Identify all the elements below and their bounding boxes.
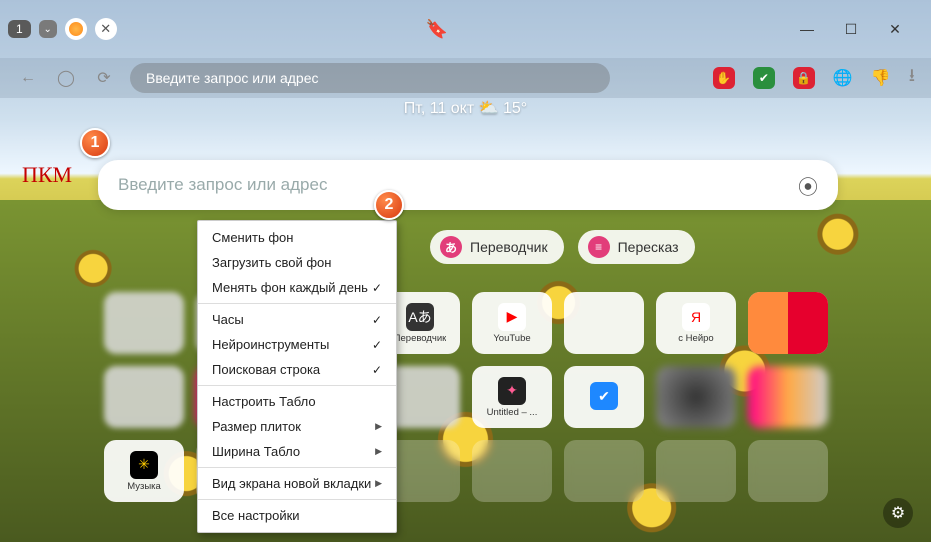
context-menu-item[interactable]: Настроить Табло [198, 389, 396, 414]
tile[interactable]: Яс Нейро [656, 292, 736, 354]
tile-icon: ✳ [130, 451, 158, 479]
yandex-logo-icon[interactable]: ◯ [54, 66, 78, 90]
tile[interactable]: ✦ Untitled – ... [472, 366, 552, 428]
window-titlebar: 1 ⌄ ✕ 🔖 — ☐ ✕ [0, 0, 931, 58]
active-tab-icon[interactable] [65, 18, 87, 40]
tile-label: Музыка [127, 481, 161, 492]
omnibox[interactable]: Введите запрос или адрес [130, 63, 610, 93]
annotation-pkm-label: ПКМ [22, 162, 72, 188]
back-button[interactable]: ← [16, 66, 40, 90]
maximize-button[interactable]: ☐ [841, 19, 861, 39]
minimize-button[interactable]: — [797, 19, 817, 39]
tile[interactable] [564, 292, 644, 354]
tab-counter[interactable]: 1 [8, 20, 31, 38]
context-menu-item[interactable]: Менять фон каждый день [198, 275, 396, 300]
tile[interactable] [656, 366, 736, 428]
tile-icon: ✦ [498, 377, 526, 405]
context-menu-item[interactable]: Ширина Табло [198, 439, 396, 464]
bookmark-icon[interactable]: 🔖 [426, 19, 448, 40]
tile[interactable] [104, 292, 184, 354]
close-window-button[interactable]: ✕ [885, 19, 905, 39]
annotation-badge-2: 2 [374, 190, 404, 220]
tile[interactable] [104, 366, 184, 428]
context-menu-item[interactable]: Нейроинструменты [198, 332, 396, 357]
window-controls: — ☐ ✕ [797, 19, 923, 39]
close-tab-button[interactable]: ✕ [95, 18, 117, 40]
tile-icon: ✔ [590, 382, 618, 410]
date-weather[interactable]: Пт, 11 окт ⛅ 15° [0, 98, 931, 118]
feedback-icon[interactable]: 👎 [871, 68, 891, 88]
tile[interactable] [564, 440, 644, 502]
quick-summarize[interactable]: ≡ Пересказ [578, 230, 695, 264]
tile[interactable]: ✳ Музыка [104, 440, 184, 502]
tile[interactable] [472, 440, 552, 502]
context-menu-item[interactable]: Поисковая строка [198, 357, 396, 382]
tile[interactable]: ▶ YouTube [472, 292, 552, 354]
image-search-icon[interactable]: ⦿ [798, 171, 818, 200]
reload-button[interactable]: ⟳ [92, 66, 116, 90]
annotation-badge-1: 1 [80, 128, 110, 158]
context-menu: Сменить фонЗагрузить свой фонМенять фон … [197, 220, 397, 533]
omnibox-placeholder: Введите запрос или адрес [146, 70, 319, 86]
tile[interactable] [748, 366, 828, 428]
tile-label: Untitled – ... [487, 407, 538, 418]
address-bar-row: ← ◯ ⟳ Введите запрос или адрес ✋ ✔ 🔒 🌐 👎… [0, 58, 931, 98]
extension-icons: ✋ ✔ 🔒 🌐 👎 ⭳ [713, 63, 915, 93]
quick-label: Пересказ [618, 239, 679, 255]
quick-label: Переводчик [470, 239, 548, 255]
context-menu-item[interactable]: Загрузить свой фон [198, 250, 396, 275]
context-menu-item[interactable]: Вид экрана новой вкладки [198, 471, 396, 496]
context-menu-item[interactable]: Размер плиток [198, 414, 396, 439]
translate-pill-icon: あ [440, 236, 462, 258]
tile-label: YouTube [493, 333, 530, 344]
tile-icon: Я [682, 303, 710, 331]
search-input[interactable] [118, 175, 798, 195]
context-menu-item[interactable]: Часы [198, 307, 396, 332]
tile-icon: Aあ [406, 303, 434, 331]
context-menu-item[interactable]: Сменить фон [198, 225, 396, 250]
adblock-icon[interactable]: ✋ [713, 67, 735, 89]
lock-icon[interactable]: 🔒 [793, 67, 815, 89]
tab-dropdown[interactable]: ⌄ [39, 20, 57, 38]
translate-icon[interactable]: 🌐 [833, 68, 853, 88]
customize-button[interactable]: ⚙ [883, 498, 913, 528]
tile-label: Переводчик [394, 333, 447, 344]
tile-icon: ▶ [498, 303, 526, 331]
tile[interactable] [748, 292, 828, 354]
tile-label: с Нейро [678, 333, 713, 344]
tile[interactable] [748, 440, 828, 502]
tile[interactable]: ✔ [564, 366, 644, 428]
summarize-pill-icon: ≡ [588, 236, 610, 258]
quick-translate[interactable]: あ Переводчик [430, 230, 564, 264]
quick-actions-row: あ Переводчик ≡ Пересказ [430, 230, 695, 264]
tile[interactable] [656, 440, 736, 502]
context-menu-item[interactable]: Все настройки [198, 503, 396, 528]
downloads-icon[interactable]: ⭳ [909, 63, 915, 93]
protect-icon[interactable]: ✔ [753, 67, 775, 89]
main-search-box[interactable]: ⦿ [98, 160, 838, 210]
tab-count-number: 1 [16, 22, 23, 36]
